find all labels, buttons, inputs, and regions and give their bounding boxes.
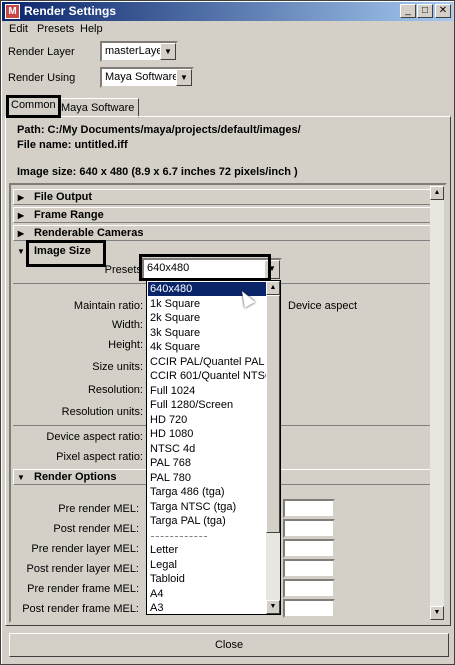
menu-edit[interactable]: Edit — [9, 23, 28, 35]
render-layer-label: Render Layer — [8, 46, 75, 58]
minimize-button[interactable]: _ — [400, 4, 416, 18]
preset-option[interactable]: NTSC 4d — [148, 442, 266, 456]
pixel-aspect-ratio-label: Pixel aspect ratio: — [56, 451, 143, 463]
pre-render-frame-mel-label: Pre render frame MEL: — [27, 583, 139, 595]
menu-help[interactable]: Help — [80, 23, 103, 35]
render-using-value: Maya Software — [105, 71, 179, 83]
menu-bar: Edit Presets Help — [3, 22, 453, 39]
maximize-button[interactable]: □ — [417, 4, 433, 18]
section-label: Image Size — [34, 245, 91, 257]
render-layer-select[interactable]: masterLayer ▼ — [100, 41, 178, 62]
render-using-label: Render Using — [8, 72, 76, 84]
device-aspect-ratio-label: Device aspect ratio: — [46, 431, 143, 443]
preset-option[interactable]: PAL 768 — [148, 456, 266, 470]
preset-option[interactable]: CCIR 601/Quantel NTSC — [148, 369, 273, 383]
scroll-down-icon[interactable]: ▼ — [430, 606, 444, 620]
section-file-output[interactable]: ▶ File Output — [13, 189, 431, 205]
section-label: Render Options — [34, 471, 117, 483]
dropdown-separator — [151, 536, 207, 537]
pre-render-frame-mel-field[interactable] — [283, 579, 335, 598]
pre-render-mel-field[interactable] — [283, 499, 335, 518]
close-button[interactable]: Close — [9, 633, 449, 657]
presets-label: Presets: — [104, 264, 145, 276]
resolution-units-label: Resolution units: — [61, 406, 143, 418]
preset-option[interactable]: Targa NTSC (tga) — [148, 500, 266, 514]
preset-option[interactable]: Legal — [148, 558, 266, 572]
scrollbar-thumb[interactable] — [266, 295, 280, 533]
expand-arrow-icon: ▶ — [17, 229, 25, 238]
pre-render-layer-mel-label: Pre render layer MEL: — [31, 543, 139, 555]
path-info: Path: C:/My Documents/maya/projects/defa… — [17, 124, 301, 136]
resolution-label: Resolution: — [87, 384, 143, 396]
pre-render-mel-label: Pre render MEL: — [58, 503, 139, 515]
preset-option[interactable]: 3k Square — [148, 326, 266, 340]
image-size-info: Image size: 640 x 480 (8.9 x 6.7 inches … — [17, 166, 298, 178]
presets-dropdown-list[interactable]: 640x480 1k Square 2k Square 3k Square 4k… — [146, 280, 281, 615]
post-render-mel-label: Post render MEL: — [53, 523, 139, 535]
close-window-button[interactable]: ✕ — [435, 4, 451, 18]
post-render-layer-mel-field[interactable] — [283, 559, 335, 578]
menu-presets[interactable]: Presets — [37, 23, 74, 35]
preset-option[interactable]: Full 1024 — [148, 384, 266, 398]
expand-arrow-icon: ▶ — [17, 193, 25, 202]
maintain-ratio-label: Maintain ratio: — [73, 300, 143, 312]
preset-option[interactable]: A3 — [148, 601, 266, 614]
presets-select[interactable]: 640x480 ▼ — [142, 258, 282, 281]
section-label: Renderable Cameras — [34, 227, 144, 239]
title-bar[interactable]: M Render Settings _ □ ✕ — [2, 2, 453, 21]
section-label: File Output — [34, 191, 93, 203]
scroll-up-icon[interactable]: ▲ — [430, 186, 444, 200]
pre-render-layer-mel-field[interactable] — [283, 539, 335, 558]
scroll-down-icon[interactable]: ▼ — [266, 600, 280, 614]
post-render-frame-mel-field[interactable] — [283, 599, 335, 618]
render-settings-window: M Render Settings _ □ ✕ Edit Presets Hel… — [0, 0, 455, 665]
tab-common[interactable]: Common — [6, 95, 61, 118]
preset-option[interactable]: Letter — [148, 543, 266, 557]
render-layer-value: masterLayer — [105, 45, 167, 57]
post-render-layer-mel-label: Post render layer MEL: — [26, 563, 140, 575]
preset-option[interactable]: Targa PAL (tga) — [148, 514, 266, 528]
preset-option[interactable]: 4k Square — [148, 340, 266, 354]
preset-option[interactable]: A4 — [148, 587, 266, 601]
preset-option[interactable]: 2k Square — [148, 311, 266, 325]
dropdown-scrollbar[interactable]: ▲ ▼ — [266, 281, 280, 614]
preset-option[interactable]: Full 1280/Screen — [148, 398, 266, 412]
section-image-size[interactable]: ▼ Image Size — [13, 243, 431, 259]
section-frame-range[interactable]: ▶ Frame Range — [13, 207, 431, 223]
collapse-arrow-icon: ▼ — [17, 473, 25, 482]
section-label: Frame Range — [34, 209, 104, 221]
expand-arrow-icon: ▶ — [17, 211, 25, 220]
preset-option[interactable]: HD 1080 — [148, 427, 266, 441]
preset-option[interactable]: HD 720 — [148, 413, 266, 427]
size-units-label: Size units: — [92, 361, 143, 373]
collapse-arrow-icon: ▼ — [17, 247, 25, 256]
post-render-frame-mel-label: Post render frame MEL: — [22, 603, 139, 615]
post-render-mel-field[interactable] — [283, 519, 335, 538]
tab-maya-software[interactable]: Maya Software — [56, 98, 140, 118]
device-aspect-option[interactable]: Device aspect — [288, 300, 357, 312]
preset-option[interactable]: Tabloid — [148, 572, 266, 586]
preset-option[interactable]: CCIR PAL/Quantel PAL — [148, 355, 266, 369]
chevron-down-icon[interactable]: ▼ — [264, 260, 280, 279]
scroll-up-icon[interactable]: ▲ — [266, 281, 280, 295]
chevron-down-icon[interactable]: ▼ — [176, 69, 192, 86]
height-label: Height: — [108, 339, 143, 351]
render-using-select[interactable]: Maya Software ▼ — [100, 67, 194, 88]
preset-option[interactable]: PAL 780 — [148, 471, 266, 485]
vertical-scrollbar[interactable]: ▲ ▼ — [430, 186, 444, 620]
file-name-info: File name: untitled.iff — [17, 139, 128, 151]
maya-app-icon: M — [5, 4, 20, 19]
section-renderable-cameras[interactable]: ▶ Renderable Cameras — [13, 225, 431, 241]
chevron-down-icon[interactable]: ▼ — [160, 43, 176, 60]
preset-option[interactable]: Targa 486 (tga) — [148, 485, 266, 499]
width-label: Width: — [111, 319, 143, 331]
presets-value: 640x480 — [147, 262, 190, 274]
window-title: Render Settings — [24, 4, 117, 18]
